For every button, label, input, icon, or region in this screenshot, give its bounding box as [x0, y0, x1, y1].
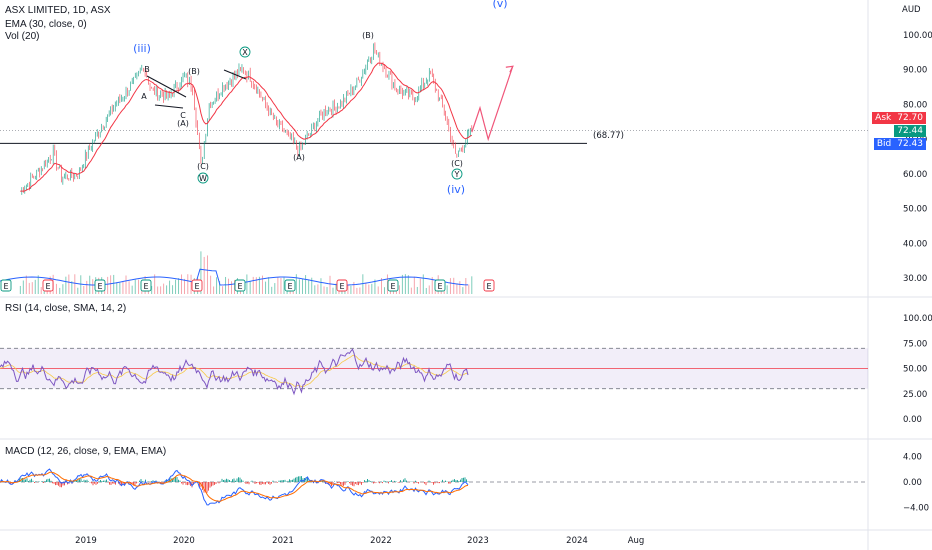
time-tick-label: 2020	[173, 536, 195, 546]
wave-label: (B)	[362, 31, 374, 40]
volume-legend[interactable]: Vol (20)	[5, 31, 39, 43]
bid-value: 72.43	[894, 138, 926, 150]
elliott-wave-labels: (iii) X (B) (A) (C) W B A C (B) (A) (C) Y (iv) (v)	[133, 0, 507, 196]
wave-label: (v)	[492, 0, 507, 10]
time-tick-label: 2019	[75, 536, 97, 546]
last-value: 72.44	[894, 125, 926, 137]
bid-tag: Bid 72.43	[873, 138, 926, 150]
projection-path	[471, 66, 514, 142]
rsi-tick-label: 50.00	[903, 365, 927, 375]
support-level-label: (68.77)	[593, 131, 624, 141]
time-tick-label: 2022	[370, 536, 392, 546]
wave-label: (B)	[188, 67, 200, 76]
time-axis[interactable]: 2019 2020 2021 2022 2023 2024 Aug	[75, 536, 644, 546]
price-axis[interactable]: 100.0090.0080.0070.0060.0050.0040.0030.0…	[903, 31, 932, 514]
time-tick-label: 2021	[272, 536, 294, 546]
rsi-tick-label: 25.00	[903, 390, 927, 400]
volume-pane: EEEEEEEEEEE	[0, 251, 495, 294]
earnings-marker-label: E	[390, 282, 395, 291]
wave-label: B	[144, 65, 150, 74]
rsi-tick-label: 75.00	[903, 339, 927, 349]
ema-line	[20, 62, 473, 192]
earnings-marker-label: E	[97, 282, 102, 291]
macd-tick-label: −4.00	[903, 504, 929, 514]
price-tick-label: 90.00	[903, 66, 927, 76]
earnings-marker-label: E	[287, 282, 292, 291]
rsi-tick-label: 0.00	[903, 415, 922, 425]
earnings-marker-label: E	[143, 282, 148, 291]
ask-value: 72.70	[894, 112, 926, 124]
ema-legend[interactable]: EMA (30, close, 0)	[5, 19, 87, 31]
wave-label: (C)	[451, 159, 463, 168]
earnings-marker-label: E	[45, 282, 50, 291]
price-pane[interactable]	[0, 42, 868, 195]
earnings-marker-label: E	[437, 282, 442, 291]
price-tick-label: 60.00	[903, 170, 927, 180]
rsi-legend[interactable]: RSI (14, close, SMA, 14, 2)	[5, 303, 126, 315]
projection-arrowhead	[505, 65, 514, 73]
wave-label: W	[199, 174, 207, 183]
price-tick-label: 30.00	[903, 274, 927, 284]
macd-line	[0, 468, 469, 506]
trendline	[223, 69, 247, 80]
wave-label: Y	[454, 170, 460, 179]
currency-label: AUD	[902, 5, 921, 15]
price-tick-label: 50.00	[903, 205, 927, 215]
earnings-marker-label: E	[237, 282, 242, 291]
wave-label: A	[141, 92, 147, 101]
macd-tick-label: 4.00	[903, 453, 922, 463]
ask-tag: Ask 72.70	[872, 112, 926, 124]
wave-label: (A)	[177, 119, 189, 128]
price-tick-label: 100.00	[903, 31, 932, 41]
earnings-marker-label: E	[339, 282, 344, 291]
macd-tick-label: 0.00	[903, 478, 922, 488]
bid-label: Bid	[873, 138, 895, 150]
trendline	[154, 104, 184, 109]
last-price-tag: 72.44	[894, 125, 926, 137]
earnings-marker-label: E	[486, 282, 491, 291]
wave-label: (iv)	[447, 183, 465, 196]
wave-label: X	[242, 48, 248, 57]
rsi-pane[interactable]	[0, 347, 868, 396]
macd-pane[interactable]	[0, 468, 868, 506]
rsi-tick-label: 100.00	[903, 314, 932, 324]
macd-signal-line	[0, 471, 469, 502]
earnings-marker-label: E	[194, 282, 199, 291]
chart-canvas[interactable]: EEEEEEEEEEE 100.0090.0080.0070.0060.0050…	[0, 0, 932, 550]
wave-label: (iii)	[133, 42, 151, 55]
wave-label: C	[180, 111, 186, 120]
ask-label: Ask	[872, 112, 895, 124]
time-tick-label: 2024	[566, 536, 588, 546]
time-tick-label: 2023	[467, 536, 489, 546]
price-tick-label: 40.00	[903, 239, 927, 249]
earnings-marker-label: E	[3, 282, 8, 291]
time-tick-label: Aug	[628, 536, 645, 546]
wave-label: (C)	[197, 162, 209, 171]
price-tick-label: 80.00	[903, 100, 927, 110]
wave-label: (A)	[293, 153, 305, 162]
macd-legend[interactable]: MACD (12, 26, close, 9, EMA, EMA)	[5, 446, 166, 458]
symbol-title: ASX LIMITED, 1D, ASX	[5, 5, 111, 16]
